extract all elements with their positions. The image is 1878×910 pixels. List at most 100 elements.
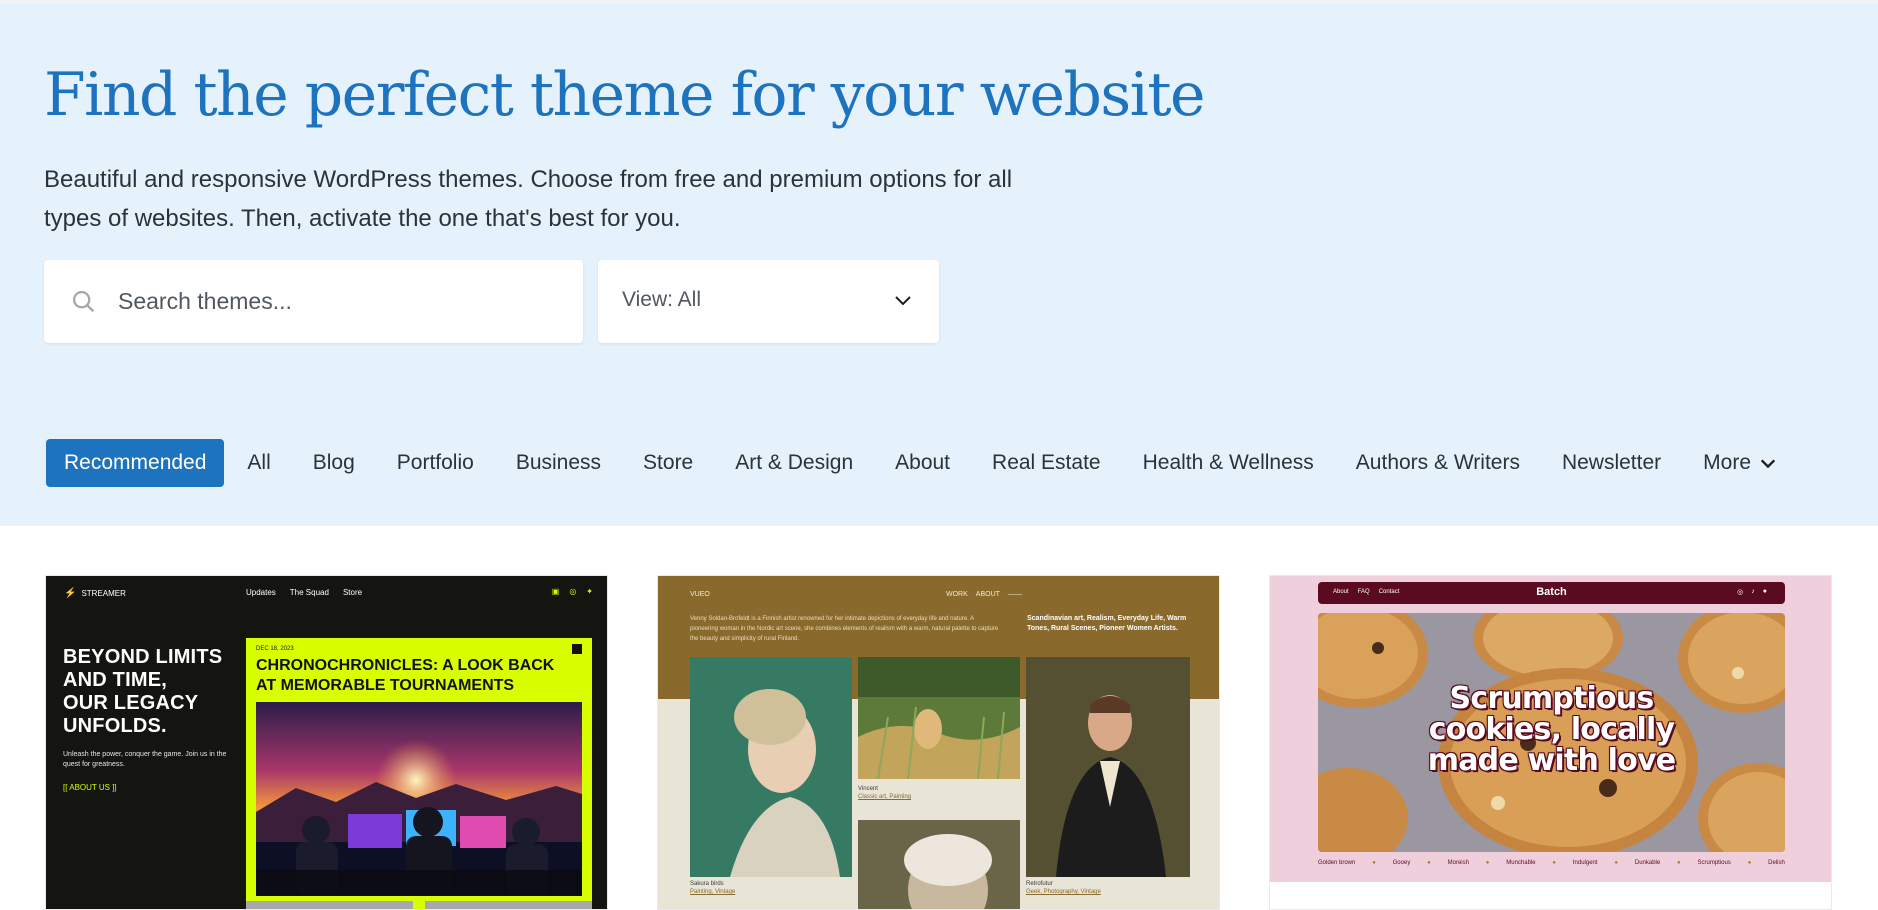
- page-title: Find the perfect theme for your website: [44, 60, 1206, 130]
- post-date: DEC 18, 2023: [256, 646, 294, 652]
- theme-nav-links: Updates The Squad Store: [246, 588, 362, 597]
- hero-line: Scrumptious: [1449, 681, 1655, 716]
- cookie-icon: ●: [1372, 860, 1376, 866]
- artwork-caption: Sakura birds Painting, Vintage: [690, 880, 735, 896]
- post-card-stub: [425, 901, 592, 909]
- social-icons: ▣ ◎ ✦: [552, 587, 593, 596]
- ticker-item: Dunkable: [1634, 860, 1661, 866]
- theme-nav-link: ABOUT: [975, 591, 1000, 598]
- ticker-item: Moreish: [1447, 860, 1469, 866]
- post-title: CHRONOCHRONICLES: A LOOK BACK AT MEMORAB…: [256, 657, 555, 694]
- tab-more-label: More: [1703, 451, 1752, 474]
- theme-card-streamer[interactable]: ⚡ STREAMER Updates The Squad Store ▣ ◎ ✦…: [45, 575, 608, 910]
- theme-brand: STREAMER: [81, 589, 126, 598]
- theme-nav-link: Updates: [246, 588, 276, 597]
- artwork-caption: Retrofutur Geek, Photography, Vintage: [1026, 880, 1101, 896]
- theme-tags: Scandinavian art, Realism, Everyday Life…: [1027, 615, 1187, 632]
- search-icon: [72, 290, 95, 313]
- theme-headline: BEYOND LIMITS AND TIME, OUR LEGACY UNFOL…: [63, 646, 222, 738]
- ticker-item: Golden brown: [1318, 860, 1356, 866]
- theme-card-footer: [1270, 882, 1831, 909]
- cookie-icon: ●: [1614, 860, 1619, 866]
- cookie-icon: ●: [1677, 860, 1681, 866]
- post-cards-row: [246, 901, 592, 909]
- ticker-item: Delish: [1768, 860, 1785, 866]
- featured-post: DEC 18, 2023 CHRONOCHRONICLES: A LOOK BA…: [246, 638, 592, 909]
- theme-intro-text: Venny Soldan-Brofeldt is a Finnish artis…: [690, 616, 999, 642]
- view-filter-label: View: All: [622, 288, 701, 311]
- theme-subtext: Unleash the power, conquer the game. Joi…: [63, 751, 227, 768]
- search-input[interactable]: [118, 260, 568, 343]
- theme-preview-nav: ⚡ STREAMER Updates The Squad Store ▣ ◎ ✦: [46, 576, 607, 610]
- search-box[interactable]: [44, 260, 583, 343]
- tab-real-estate[interactable]: Real Estate: [971, 439, 1122, 487]
- theme-ticker: Golden brown ● Gooey ● Moreish ● Munchab…: [1318, 860, 1785, 866]
- ticker-item: Munchable: [1506, 860, 1536, 866]
- twitch-icon: ▣: [551, 587, 560, 596]
- tab-portfolio[interactable]: Portfolio: [376, 439, 495, 487]
- artwork-tags: Geek, Photography, Vintage: [1026, 889, 1101, 895]
- portrait-painting-woman: [690, 657, 852, 877]
- bookmark-icon: [572, 644, 582, 654]
- cookie-icon: ●: [1485, 860, 1490, 866]
- post-card-stub: [246, 901, 413, 909]
- artwork-tags: Classic art, Painting: [858, 794, 912, 800]
- tab-store[interactable]: Store: [622, 439, 714, 487]
- artwork-title: Vincent: [858, 786, 878, 792]
- cookie-icon: ●: [1747, 860, 1752, 866]
- gamers-illustration: [256, 702, 582, 896]
- tab-newsletter[interactable]: Newsletter: [1541, 439, 1682, 487]
- ticker-item: Indulgent: [1572, 860, 1598, 866]
- nav-divider: ——: [1007, 591, 1022, 598]
- hero-line: made with love: [1427, 743, 1676, 778]
- tab-business[interactable]: Business: [495, 439, 622, 487]
- landscape-painting: [858, 657, 1020, 779]
- tab-recommended[interactable]: Recommended: [46, 439, 225, 487]
- bluesky-icon: ✦: [586, 587, 593, 596]
- theme-brand: Batch: [1536, 586, 1567, 598]
- theme-preview-nav: About FAQ Contact Batch ◎ ♪ ●: [1318, 582, 1785, 604]
- chevron-down-icon: [1760, 459, 1776, 469]
- tab-health-wellness[interactable]: Health & Wellness: [1122, 439, 1335, 487]
- instagram-icon: ◎: [1737, 589, 1744, 596]
- cookie-icon: ●: [1552, 860, 1557, 866]
- page-description: Beautiful and responsive WordPress theme…: [44, 166, 1013, 232]
- portrait-painting-elder: [858, 820, 1020, 909]
- artwork-title: Sakura birds: [690, 881, 724, 887]
- chevron-down-icon: [895, 296, 911, 306]
- theme-nav-links: WORK ABOUT ——: [946, 591, 1022, 598]
- artwork-title: Retrofutur: [1026, 881, 1053, 887]
- theme-logo: ⚡ STREAMER: [64, 588, 126, 599]
- headline-line: OUR LEGACY: [63, 692, 199, 714]
- instagram-icon: ◎: [569, 587, 577, 596]
- headline-line: BEYOND LIMITS: [63, 646, 223, 668]
- theme-card-vueo[interactable]: VUEO WORK ABOUT —— Venny Soldan-Brofeldt…: [657, 575, 1220, 910]
- theme-about-link: [[ ABOUT US ]]: [63, 783, 117, 792]
- portrait-painting-man: [1026, 657, 1190, 877]
- theme-card-batch[interactable]: About FAQ Contact Batch ◎ ♪ ● Scrumptiou…: [1269, 575, 1832, 910]
- tab-authors-writers[interactable]: Authors & Writers: [1335, 439, 1541, 487]
- tab-art-design[interactable]: Art & Design: [714, 439, 874, 487]
- artwork-tags: Painting, Vintage: [690, 889, 736, 895]
- tiktok-icon: ♪: [1751, 588, 1755, 595]
- theme-nav-link: Store: [342, 588, 363, 597]
- tab-blog[interactable]: Blog: [292, 439, 376, 487]
- ticker-item: Gooey: [1392, 860, 1411, 866]
- artwork-caption: Vincent Classic art, Painting: [858, 785, 911, 801]
- hero-line: cookies, locally: [1428, 712, 1675, 747]
- tab-more[interactable]: More: [1682, 439, 1798, 487]
- ticker-item: Scrumptious: [1697, 860, 1731, 866]
- tab-about[interactable]: About: [874, 439, 971, 487]
- headline-line: AND TIME,: [63, 669, 168, 691]
- theme-nav-link: WORK: [946, 591, 968, 598]
- view-filter-select[interactable]: View: All: [598, 260, 939, 343]
- tab-all[interactable]: All: [226, 439, 291, 487]
- cookie-icon: ●: [1427, 860, 1431, 866]
- facebook-icon: ●: [1762, 588, 1767, 595]
- category-tabs: Recommended All Blog Portfolio Business …: [46, 439, 1798, 487]
- theme-brand: VUEO: [690, 591, 710, 598]
- bolt-icon: ⚡: [64, 588, 77, 599]
- social-icons: ◎ ♪ ●: [1737, 588, 1767, 596]
- theme-nav-link: The Squad: [289, 588, 329, 597]
- theme-hero-headline: Scrumptious cookies, locally made with l…: [1318, 683, 1785, 776]
